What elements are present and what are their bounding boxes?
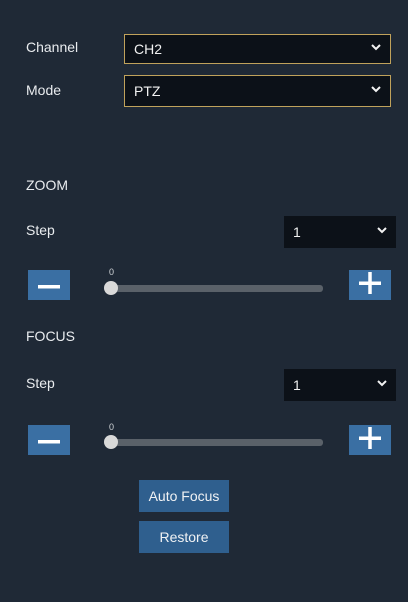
plus-icon <box>359 271 381 299</box>
focus-slider-track[interactable] <box>110 439 323 446</box>
zoom-section-label: ZOOM <box>26 177 68 193</box>
restore-button[interactable]: Restore <box>139 521 229 553</box>
minus-icon <box>38 276 60 294</box>
zoom-slider-track[interactable] <box>110 285 323 292</box>
chevron-down-icon <box>371 42 381 51</box>
focus-step-value: 1 <box>293 377 301 393</box>
focus-decrease-button[interactable] <box>28 425 70 455</box>
chevron-down-icon <box>377 378 387 387</box>
zoom-increase-button[interactable] <box>349 270 391 300</box>
chevron-down-icon <box>371 84 381 93</box>
focus-step-select[interactable]: 1 <box>284 369 396 401</box>
channel-select[interactable]: CH2 <box>124 34 391 64</box>
focus-step-label: Step <box>26 375 55 391</box>
focus-section-label: FOCUS <box>26 328 75 344</box>
zoom-slider-thumb[interactable] <box>104 281 118 295</box>
zoom-decrease-button[interactable] <box>28 270 70 300</box>
plus-icon <box>359 426 381 454</box>
zoom-step-select[interactable]: 1 <box>284 216 396 248</box>
ptz-control-panel: Channel CH2 Mode PTZ ZOOM Step 1 0 FOCUS… <box>0 0 408 602</box>
chevron-down-icon <box>377 225 387 234</box>
channel-label: Channel <box>26 39 79 55</box>
focus-increase-button[interactable] <box>349 425 391 455</box>
focus-slider-thumb[interactable] <box>104 435 118 449</box>
minus-icon <box>38 431 60 449</box>
auto-focus-button[interactable]: Auto Focus <box>139 480 229 512</box>
zoom-step-value: 1 <box>293 224 301 240</box>
zoom-step-label: Step <box>26 222 55 238</box>
zoom-slider-value: 0 <box>109 267 115 277</box>
mode-select[interactable]: PTZ <box>124 75 391 107</box>
channel-select-value: CH2 <box>134 41 163 57</box>
mode-select-value: PTZ <box>134 83 161 99</box>
mode-label: Mode <box>26 82 62 98</box>
focus-slider-value: 0 <box>109 422 115 432</box>
